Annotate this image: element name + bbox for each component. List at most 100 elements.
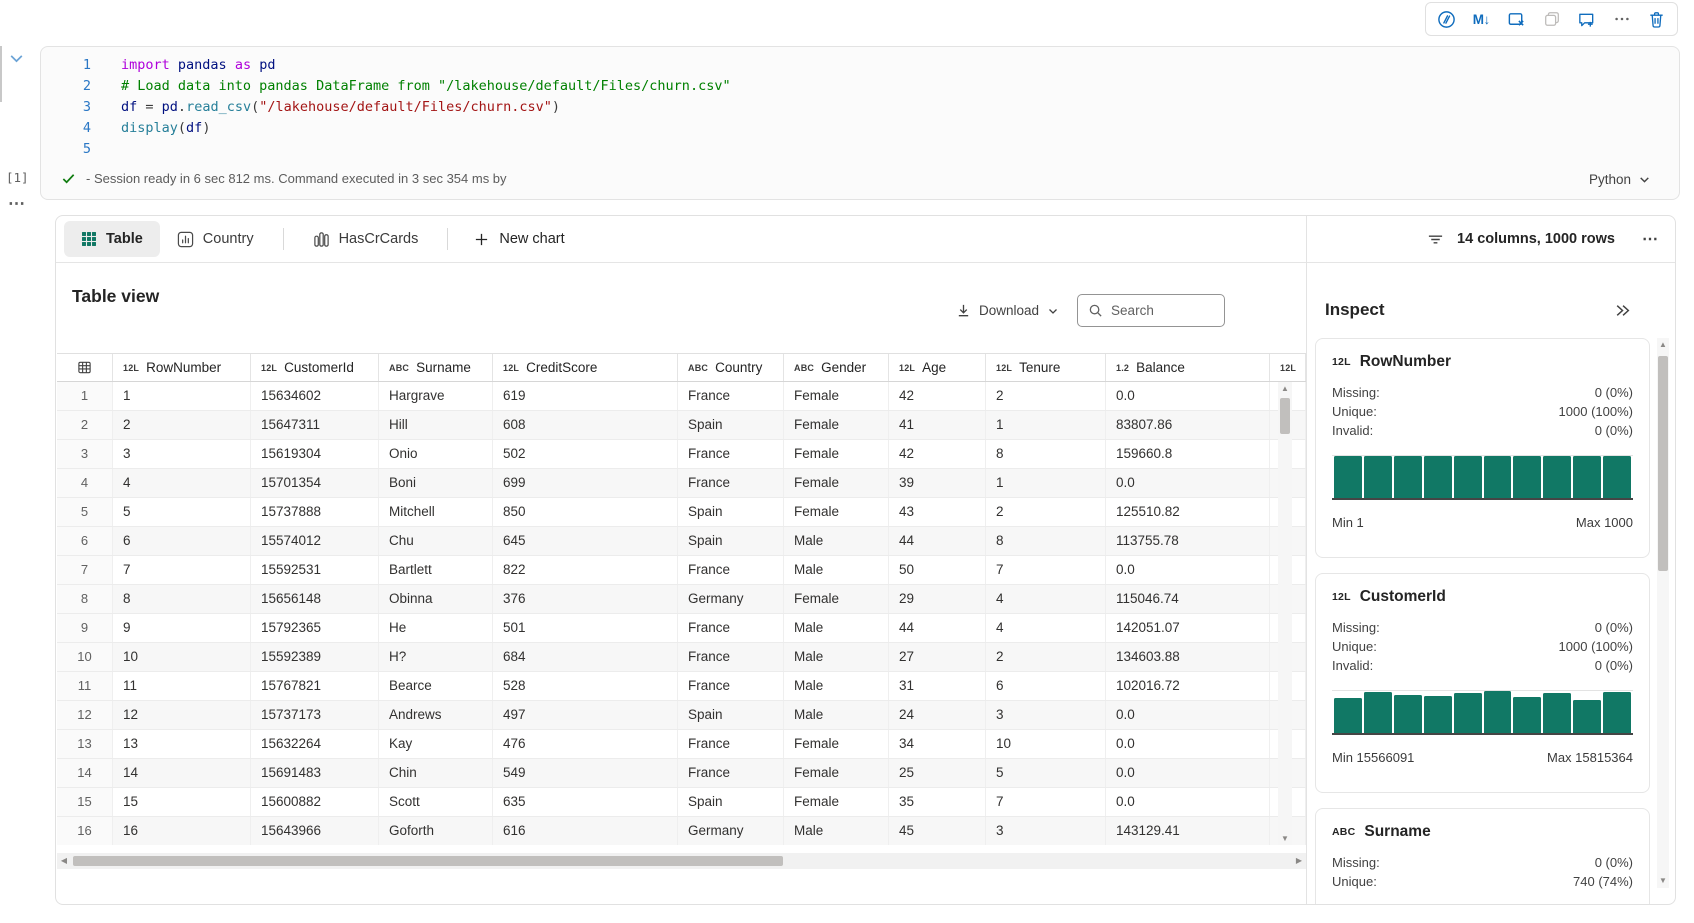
- table-cell: Female: [784, 759, 889, 787]
- column-header-Gender[interactable]: ABC Gender: [784, 354, 889, 381]
- column-header-Country[interactable]: ABC Country: [678, 354, 784, 381]
- table-cell: 4: [113, 469, 251, 497]
- histogram: [1332, 690, 1633, 735]
- column-header-clipped[interactable]: 12L: [1270, 354, 1306, 381]
- stat-label: Unique:: [1332, 404, 1377, 419]
- table-cell: 15600882: [251, 788, 379, 816]
- column-name: RowNumber: [146, 360, 222, 375]
- row-index-cell: 13: [57, 730, 113, 758]
- table-cell: Male: [784, 672, 889, 700]
- table-cell: Female: [784, 440, 889, 468]
- histogram-icon: [313, 231, 330, 248]
- table-cell: Male: [784, 701, 889, 729]
- column-header-Balance[interactable]: 1.2 Balance: [1106, 354, 1270, 381]
- table-cell: 142051.07: [1106, 614, 1270, 642]
- markdown-button[interactable]: M↓: [1466, 5, 1496, 33]
- table-cell: Boni: [379, 469, 493, 497]
- column-name: Balance: [1136, 360, 1185, 375]
- histogram-bar: [1423, 696, 1452, 733]
- table-cell: 0.0: [1106, 382, 1270, 410]
- table-cell: Male: [784, 817, 889, 845]
- grid-vscroll-thumb[interactable]: [1280, 398, 1290, 434]
- column-header-Tenure[interactable]: 12L Tenure: [986, 354, 1106, 381]
- histogram-bar: [1513, 696, 1542, 733]
- inspect-card-customerid: 12L CustomerId Missing: 0 (0%) Unique: 1000 (…: [1315, 573, 1650, 793]
- clear-output-button[interactable]: [1501, 5, 1531, 33]
- add-comment-icon: [1577, 10, 1596, 29]
- table-cell: 31: [889, 672, 986, 700]
- scroll-left-icon[interactable]: ◀: [57, 853, 71, 869]
- grid-vertical-scrollbar[interactable]: ▲ ▼: [1278, 382, 1292, 845]
- column-name: CreditScore: [526, 360, 598, 375]
- table-cell: 25: [889, 759, 986, 787]
- table-cell: 143129.41: [1106, 817, 1270, 845]
- table-row: 8 8 15656148 Obinna 376 Germany Female 29 4 11504…: [57, 585, 1306, 614]
- histogram-bar: [1453, 456, 1482, 498]
- table-cell: 549: [493, 759, 678, 787]
- scroll-up-icon[interactable]: ▲: [1657, 339, 1669, 351]
- tab-hascrcards[interactable]: HasCrCards: [296, 221, 436, 257]
- scroll-down-icon[interactable]: ▼: [1657, 875, 1669, 887]
- search-input[interactable]: [1111, 303, 1212, 318]
- column-header-RowNumber[interactable]: 12L RowNumber: [113, 354, 251, 381]
- grid-hscroll-thumb[interactable]: [73, 856, 783, 866]
- table-cell: 15691483: [251, 759, 379, 787]
- inspect-scroll-thumb[interactable]: [1658, 356, 1668, 571]
- max-value: Max 1000: [1575, 515, 1633, 530]
- tab-table[interactable]: Table: [64, 221, 160, 257]
- table-cell: 115046.74: [1106, 585, 1270, 613]
- new-chart-button[interactable]: New chart: [460, 221, 578, 257]
- table-cell: 24: [889, 701, 986, 729]
- add-comment-button[interactable]: [1572, 5, 1602, 33]
- stat-row: Missing: 0 (0%): [1332, 853, 1633, 872]
- collapse-cell-icon[interactable]: [8, 50, 25, 72]
- table-cell: 15574012: [251, 527, 379, 555]
- copilot-button[interactable]: [1431, 5, 1461, 33]
- code-line: 5: [41, 141, 1679, 162]
- search-box: [1077, 294, 1226, 327]
- stat-row: Unique: 1000 (100%): [1332, 637, 1633, 656]
- language-selector[interactable]: Python: [1589, 172, 1651, 187]
- download-button[interactable]: Download: [956, 303, 1059, 318]
- table-cell: 2: [113, 411, 251, 439]
- collapse-panel-button[interactable]: [1614, 302, 1631, 322]
- inspect-scrollbar[interactable]: ▲ ▼: [1657, 338, 1669, 888]
- tab-country[interactable]: Country: [160, 221, 271, 257]
- table-cell: Female: [784, 411, 889, 439]
- grid-horizontal-scrollbar[interactable]: ◀ ▶: [57, 853, 1306, 869]
- table-cell: 502: [493, 440, 678, 468]
- table-cell: Bartlett: [379, 556, 493, 584]
- column-header-CustomerId[interactable]: 12L CustomerId: [251, 354, 379, 381]
- plus-icon: [476, 233, 488, 245]
- table-cell: 15632264: [251, 730, 379, 758]
- more-options-button[interactable]: [1607, 5, 1637, 33]
- table-cell: H?: [379, 643, 493, 671]
- delete-cell-button[interactable]: [1642, 5, 1672, 33]
- table-cell: 45: [889, 817, 986, 845]
- row-index-cell: 1: [57, 382, 113, 410]
- table-cell: 134603.88: [1106, 643, 1270, 671]
- column-header-Age[interactable]: 12L Age: [889, 354, 986, 381]
- scroll-down-icon[interactable]: ▼: [1278, 833, 1292, 845]
- table-cell: 376: [493, 585, 678, 613]
- code-cell: 1 import pandas as pd 2 # Load data into pa…: [40, 46, 1680, 200]
- column-type-badge: 12L: [1332, 591, 1351, 603]
- stat-label: Missing:: [1332, 855, 1380, 870]
- table-cell: Spain: [678, 411, 784, 439]
- scroll-up-icon[interactable]: ▲: [1278, 383, 1292, 395]
- cell-more-icon[interactable]: ⋯: [8, 194, 26, 214]
- copy-cell-button[interactable]: [1537, 5, 1567, 33]
- column-header-CreditScore[interactable]: 12L CreditScore: [493, 354, 678, 381]
- code-line: 4 display(df): [41, 120, 1679, 141]
- column-type-badge: 12L: [503, 362, 520, 373]
- inspect-title: Inspect: [1325, 300, 1385, 319]
- code-editor[interactable]: 1 import pandas as pd 2 # Load data into pa…: [41, 47, 1679, 162]
- table-cell: Kay: [379, 730, 493, 758]
- scroll-right-icon[interactable]: ▶: [1292, 853, 1306, 869]
- table-cell: Spain: [678, 788, 784, 816]
- table-cell: 15: [113, 788, 251, 816]
- column-header-Surname[interactable]: ABC Surname: [379, 354, 493, 381]
- table-row: 12 12 15737173 Andrews 497 Spain Male 24 3 0.0: [57, 701, 1306, 730]
- table-cell: Male: [784, 556, 889, 584]
- column-type-badge: 12L: [1280, 362, 1297, 373]
